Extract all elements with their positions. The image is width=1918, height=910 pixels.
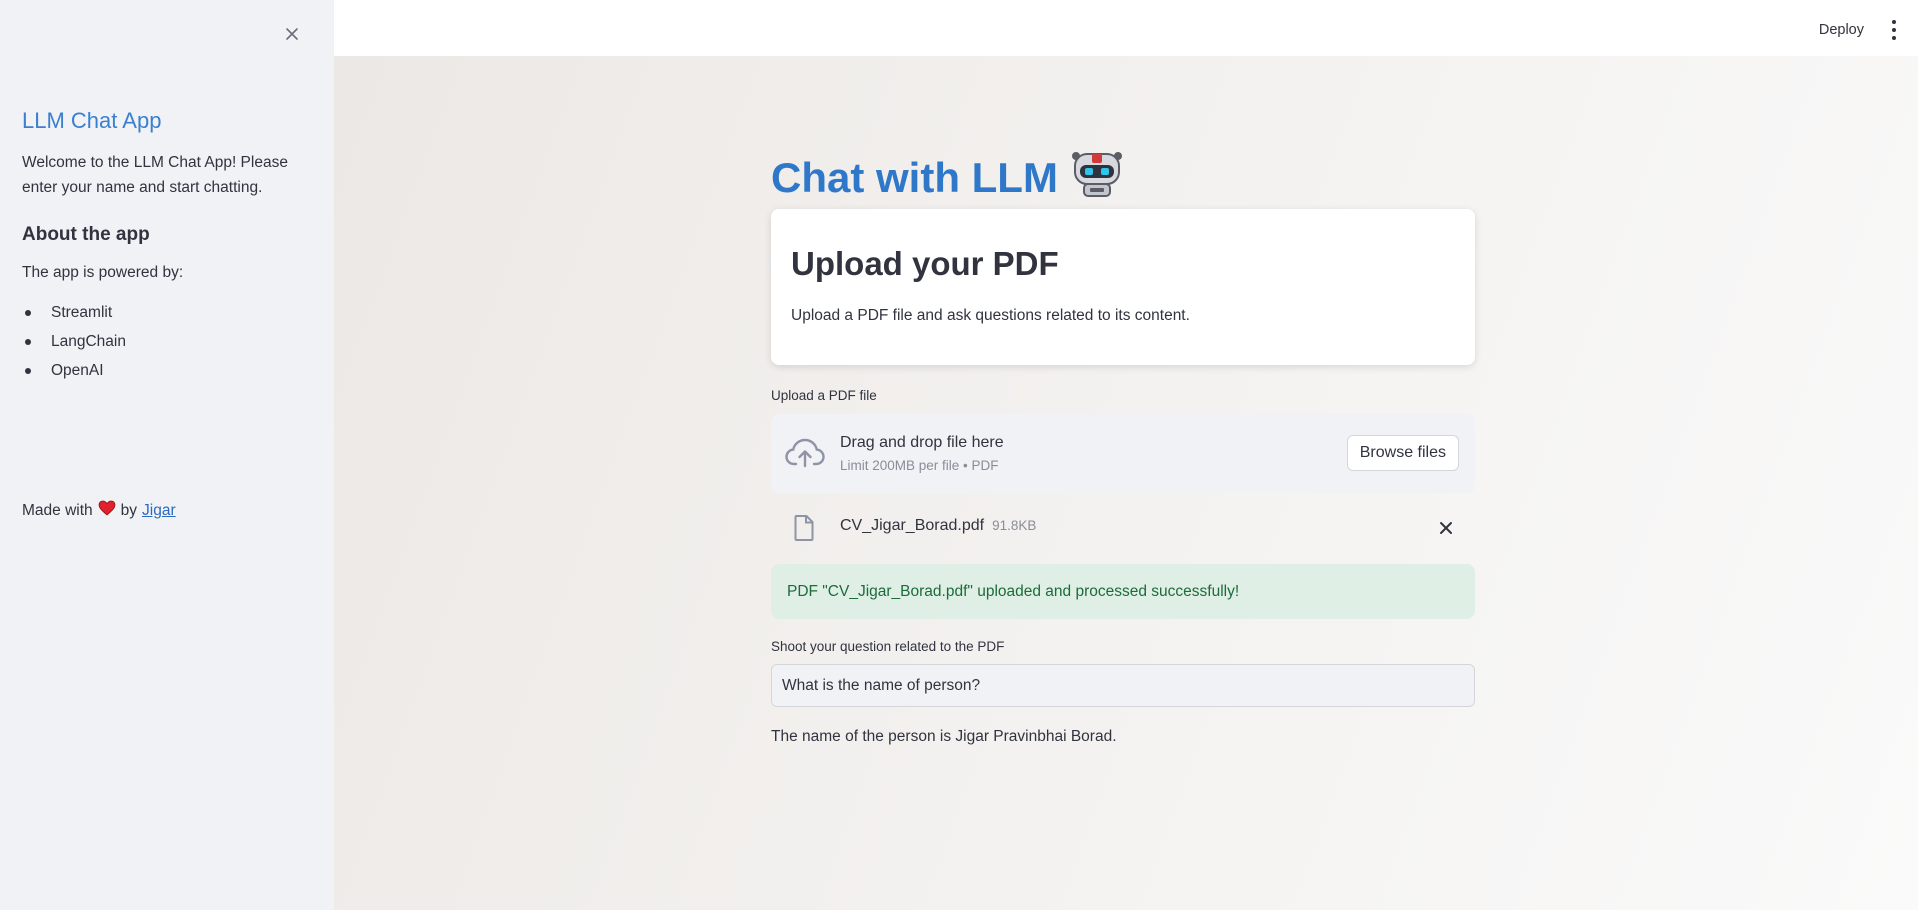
upload-card-heading: Upload your PDF <box>791 245 1059 282</box>
sidebar: LLM Chat App Welcome to the LLM Chat App… <box>0 0 334 910</box>
robot-icon <box>1070 146 1124 210</box>
page-title-text: Chat with LLM <box>771 154 1058 202</box>
answer-text: The name of the person is Jigar Pravinbh… <box>771 728 1117 745</box>
sidebar-welcome-text: Welcome to the LLM Chat App! Please ente… <box>22 154 288 196</box>
sidebar-content: LLM Chat App Welcome to the LLM Chat App… <box>22 108 318 385</box>
kebab-menu-icon[interactable] <box>1888 20 1900 40</box>
uploaded-file-info: CV_Jigar_Borad.pdf 91.8KB <box>840 517 1036 535</box>
sidebar-title: LLM Chat App <box>22 108 162 133</box>
main-area: Chat with LLM Upload your PDF Upload a P… <box>334 56 1918 910</box>
success-alert: PDF "CV_Jigar_Borad.pdf" uploaded and pr… <box>771 564 1475 619</box>
heart-icon <box>98 500 116 521</box>
list-item: OpenAI <box>22 356 318 385</box>
dropzone-limit: Limit 200MB per file • PDF <box>840 458 999 473</box>
dropzone-text: Drag and drop file here Limit 200MB per … <box>840 434 1004 473</box>
file-dropzone[interactable]: Drag and drop file here Limit 200MB per … <box>771 414 1475 493</box>
deploy-button[interactable]: Deploy <box>1819 22 1864 38</box>
uploaded-file-row: CV_Jigar_Borad.pdf 91.8KB <box>771 501 1475 551</box>
sidebar-powered-list: Streamlit LangChain OpenAI <box>22 298 318 385</box>
file-icon <box>794 515 814 541</box>
top-header: Deploy <box>334 0 1918 56</box>
app-root: LLM Chat App Welcome to the LLM Chat App… <box>0 0 1918 910</box>
uploaded-file-name: CV_Jigar_Borad.pdf <box>840 517 985 534</box>
question-input[interactable] <box>771 664 1475 707</box>
author-link[interactable]: Jigar <box>142 502 176 520</box>
upload-label: Upload a PDF file <box>771 388 877 403</box>
remove-file-icon[interactable] <box>1437 519 1455 537</box>
footer-made-with: Made with <box>22 501 93 519</box>
question-label: Shoot your question related to the PDF <box>771 639 1005 654</box>
upload-card-description: Upload a PDF file and ask questions rela… <box>791 307 1190 324</box>
sidebar-powered-by: The app is powered by: <box>22 264 184 281</box>
dropzone-instruction: Drag and drop file here <box>840 434 1004 451</box>
list-item: Streamlit <box>22 298 318 327</box>
footer-by: by <box>120 501 138 519</box>
page-title: Chat with LLM <box>771 146 1124 210</box>
uploaded-file-size: 91.8KB <box>992 518 1037 533</box>
cloud-upload-icon <box>785 436 825 470</box>
upload-card: Upload your PDF Upload a PDF file and as… <box>771 209 1475 365</box>
browse-files-button[interactable]: Browse files <box>1346 435 1459 471</box>
sidebar-footer: Made with by Jigar <box>22 500 176 521</box>
close-icon[interactable] <box>280 22 304 46</box>
sidebar-about-heading: About the app <box>22 224 150 245</box>
list-item: LangChain <box>22 327 318 356</box>
